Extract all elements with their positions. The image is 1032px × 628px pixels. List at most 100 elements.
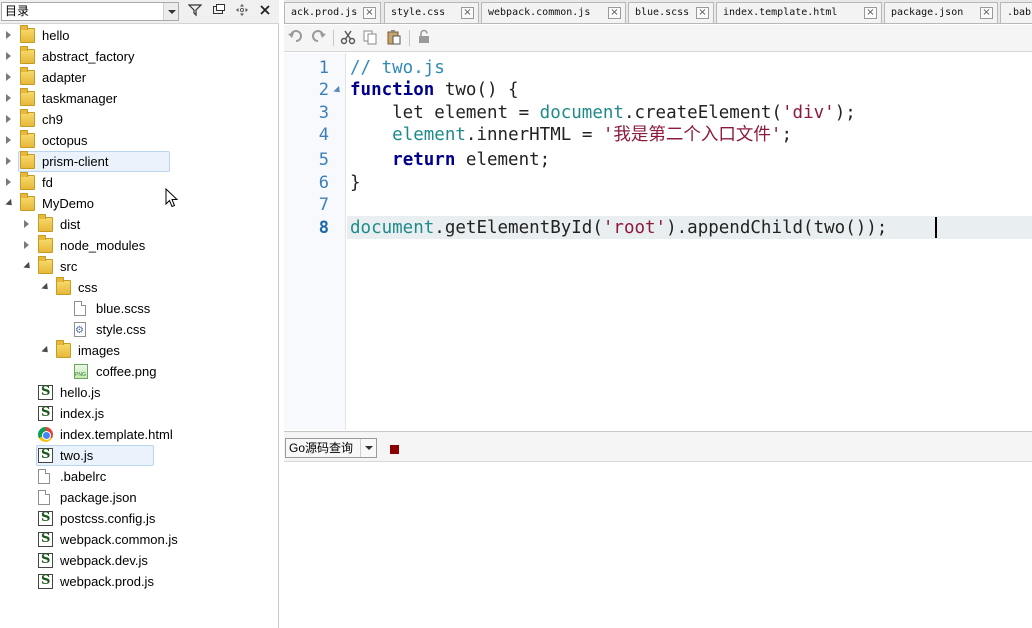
undo-icon[interactable] — [286, 29, 306, 47]
tree-item-label: hello — [42, 28, 70, 43]
explorer-header: 目录 — [0, 0, 279, 24]
tab-close-icon[interactable]: × — [363, 7, 376, 19]
code-token: ).appendChild(two()); — [666, 218, 888, 238]
tree-file[interactable]: two.js — [0, 445, 278, 466]
editor-tab-label: style.css — [391, 7, 446, 18]
expand-arrow-right-icon[interactable] — [6, 115, 11, 123]
code-line[interactable]: function two() { — [350, 79, 519, 101]
cut-icon[interactable] — [338, 29, 358, 47]
line-number: 2 — [318, 80, 329, 100]
tree-file[interactable]: style.css — [0, 319, 278, 340]
folder-icon — [56, 340, 71, 358]
tree-file[interactable]: blue.scss — [0, 298, 278, 319]
chrome-icon — [38, 427, 53, 442]
editor-tab[interactable]: .bab — [1000, 2, 1032, 23]
line-number: 3 — [318, 103, 329, 123]
code-token: '我是第二个入口文件' — [602, 125, 782, 145]
tree-file[interactable]: package.json — [0, 487, 278, 508]
explorer-view-select[interactable]: 目录 — [1, 2, 179, 21]
editor-tab[interactable]: style.css × — [384, 2, 479, 23]
tree-item-label: postcss.config.js — [60, 511, 156, 526]
js-file-icon — [38, 510, 53, 526]
fold-marker-icon[interactable] — [333, 85, 343, 96]
filter-icon[interactable] — [186, 3, 204, 21]
expand-arrow-right-icon[interactable] — [6, 31, 11, 39]
lock-icon[interactable] — [414, 29, 434, 47]
tree-file[interactable]: coffee.png — [0, 361, 278, 382]
tree-file[interactable]: webpack.prod.js — [0, 571, 278, 592]
tree-folder[interactable]: MyDemo — [0, 193, 278, 214]
tree-file[interactable]: webpack.dev.js — [0, 550, 278, 571]
tree-file[interactable]: postcss.config.js — [0, 508, 278, 529]
expand-arrow-right-icon[interactable] — [6, 136, 11, 144]
code-token: let element = — [350, 103, 540, 123]
code-token: 'root' — [602, 218, 667, 238]
chevron-down-icon[interactable] — [163, 3, 178, 20]
stop-icon[interactable] — [390, 445, 399, 454]
tab-close-icon[interactable]: × — [980, 7, 993, 19]
code-line[interactable]: return element; — [350, 149, 550, 171]
query-select[interactable]: Go源码查询 — [285, 438, 377, 458]
tree-folder[interactable]: dist — [0, 214, 278, 235]
tab-close-icon[interactable]: × — [461, 7, 474, 19]
tree-folder[interactable]: hello — [0, 25, 278, 46]
tree-folder[interactable]: images — [0, 340, 278, 361]
code-line[interactable]: } — [350, 172, 361, 194]
tree-folder[interactable]: ch9 — [0, 109, 278, 130]
expand-arrow-right-icon[interactable] — [6, 157, 11, 165]
folder-icon — [20, 193, 35, 211]
code-line[interactable]: document.getElementById('root').appendCh… — [350, 217, 887, 239]
tree-folder[interactable]: fd — [0, 172, 278, 193]
folder-icon — [20, 109, 35, 127]
file-icon — [74, 301, 86, 316]
tree-folder[interactable]: prism-client — [0, 151, 278, 172]
code-line[interactable]: // two.js — [350, 57, 445, 79]
expand-arrow-down-icon[interactable] — [41, 345, 51, 356]
redo-icon[interactable] — [308, 29, 328, 47]
js-file-icon — [38, 531, 53, 547]
code-line[interactable]: let element = document.createElement('di… — [350, 102, 856, 124]
tree-folder[interactable]: node_modules — [0, 235, 278, 256]
expand-arrow-down-icon[interactable] — [5, 198, 15, 209]
expand-arrow-right-icon[interactable] — [6, 178, 11, 186]
tree-item-label: abstract_factory — [42, 49, 135, 64]
paste-icon[interactable] — [384, 29, 404, 47]
tree-file[interactable]: .babelrc — [0, 466, 278, 487]
tree-file[interactable]: index.js — [0, 403, 278, 424]
expand-arrow-right-icon[interactable] — [24, 220, 29, 228]
tree-folder[interactable]: css — [0, 277, 278, 298]
tab-close-icon[interactable]: × — [608, 7, 621, 19]
expand-arrow-right-icon[interactable] — [6, 52, 11, 60]
expand-arrow-right-icon[interactable] — [24, 241, 29, 249]
copy-icon[interactable] — [360, 29, 380, 47]
tree-folder[interactable]: taskmanager — [0, 88, 278, 109]
expand-arrow-right-icon[interactable] — [6, 73, 11, 81]
expand-arrow-down-icon[interactable] — [23, 261, 33, 272]
code-area[interactable]: // two.js function two() { let element = … — [347, 53, 1032, 430]
close-icon[interactable] — [256, 3, 274, 21]
tree-folder[interactable]: adapter — [0, 67, 278, 88]
window-icon[interactable] — [210, 3, 228, 21]
tree-file[interactable]: webpack.common.js — [0, 529, 278, 550]
editor-tab[interactable]: webpack.common.js × — [481, 2, 626, 23]
code-line[interactable]: element.innerHTML = '我是第二个入口文件'; — [350, 124, 792, 146]
code-editor[interactable]: 12 34 5 67 8 // two.js function two() { let e… — [284, 53, 1032, 430]
tree-folder[interactable]: octopus — [0, 130, 278, 151]
editor-tab[interactable]: blue.scss × — [628, 2, 714, 23]
tree-file[interactable]: index.template.html — [0, 424, 278, 445]
tree-file[interactable]: hello.js — [0, 382, 278, 403]
toolbar-separator — [409, 30, 410, 46]
chevron-down-icon[interactable] — [360, 439, 376, 457]
move-icon[interactable] — [233, 3, 251, 21]
folder-icon — [20, 151, 35, 169]
tab-close-icon[interactable]: × — [864, 7, 877, 19]
tree-folder[interactable]: abstract_factory — [0, 46, 278, 67]
expand-arrow-down-icon[interactable] — [41, 282, 51, 293]
editor-tab[interactable]: index.template.html × — [716, 2, 882, 23]
tree-folder[interactable]: src — [0, 256, 278, 277]
expand-arrow-right-icon[interactable] — [6, 94, 11, 102]
tree-item-label: octopus — [42, 133, 88, 148]
editor-tab[interactable]: ack.prod.js × — [284, 2, 381, 23]
editor-tab[interactable]: package.json × — [884, 2, 998, 23]
tab-close-icon[interactable]: × — [696, 7, 709, 19]
